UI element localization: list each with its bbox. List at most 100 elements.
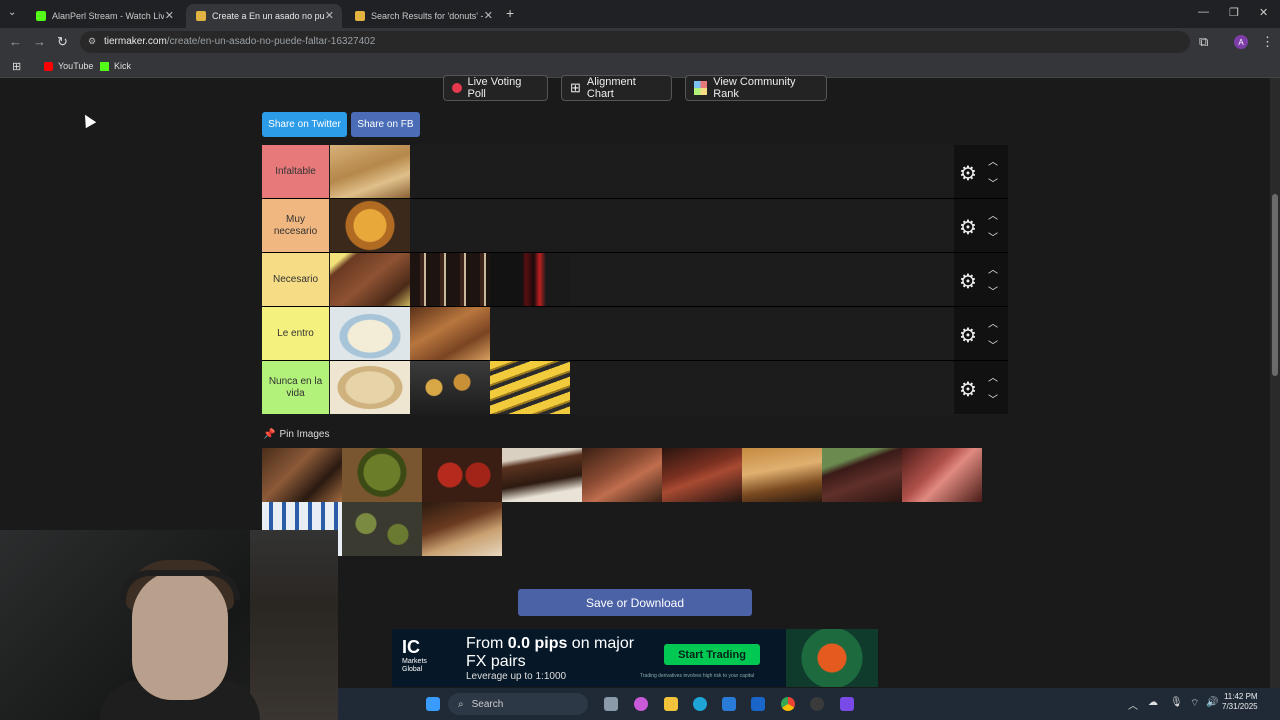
grilled-pork-image[interactable] — [410, 307, 490, 360]
wifi-icon[interactable]: ⌔ — [1190, 697, 1199, 710]
bookmark-kick[interactable]: Kick — [100, 61, 131, 71]
live-voting-poll-button[interactable]: Live Voting Poll — [443, 75, 548, 101]
scrollbar-track[interactable] — [1270, 78, 1280, 688]
tab-tiermaker-create[interactable]: Create a En un asado no puede ✕ — [186, 4, 342, 28]
outlook-icon[interactable] — [751, 697, 765, 711]
ad-brand-sub1: Markets — [402, 658, 427, 665]
chevron-down-icon[interactable]: ﹀ — [988, 391, 998, 406]
tab-search-icon[interactable]: ⌄ — [8, 7, 16, 18]
kick-favicon-icon — [36, 11, 46, 21]
ribs-board-image[interactable] — [502, 448, 582, 502]
close-tab-icon[interactable]: ✕ — [325, 9, 334, 22]
brisket-image[interactable] — [662, 448, 742, 502]
taskbar-search[interactable]: ⌕ Search — [448, 693, 588, 715]
gear-icon[interactable]: ⚙ — [959, 323, 977, 348]
bread-image[interactable] — [330, 145, 410, 198]
tab-search-results[interactable]: Search Results for 'donuts' - Ti ✕ — [345, 4, 501, 28]
close-window-icon[interactable]: ✕ — [1259, 6, 1268, 19]
chorizo-image[interactable] — [422, 448, 502, 502]
tab-stream[interactable]: AlanPerl Stream - Watch Live o ✕ — [26, 4, 182, 28]
coke-wine-image[interactable] — [490, 253, 570, 306]
gear-icon[interactable]: ⚙ — [959, 269, 977, 294]
steak-slices-image[interactable] — [902, 448, 982, 502]
tier-list: Infaltable ⚙ ︿ ﹀ Muy necesario ⚙ ︿ ﹀ Nec… — [262, 145, 1008, 415]
gear-icon[interactable]: ⚙ — [959, 161, 977, 186]
back-icon[interactable]: ← — [9, 34, 22, 49]
chevron-up-icon[interactable]: ︿ — [988, 315, 998, 330]
menu-icon[interactable]: ⋮ — [1261, 34, 1274, 50]
tier-row: Muy necesario ⚙ ︿ ﹀ — [262, 199, 1008, 253]
wine-bottles-image[interactable] — [410, 253, 490, 306]
scrollbar-thumb[interactable] — [1272, 194, 1278, 376]
new-tab-icon[interactable]: + — [506, 5, 514, 21]
sliced-beef-image[interactable] — [582, 448, 662, 502]
chevron-up-icon[interactable]: ︿ — [988, 153, 998, 168]
chevron-up-icon[interactable]: ︿ — [988, 369, 998, 384]
onedrive-icon[interactable]: ☁ — [1148, 697, 1158, 708]
bookmark-youtube[interactable]: YouTube — [44, 61, 93, 71]
matambre-image[interactable] — [422, 502, 502, 556]
potato-salad-image[interactable] — [330, 307, 410, 360]
volume-icon[interactable]: 🔊 — [1206, 697, 1218, 708]
tier-label[interactable]: Nunca en la vida — [262, 361, 329, 414]
extensions-icon[interactable]: ⧉ — [1199, 34, 1208, 50]
short-ribs-image[interactable] — [822, 448, 902, 502]
tier-controls: ⚙ ︿ ﹀ — [954, 253, 1008, 306]
chevron-up-icon[interactable]: ︿ — [988, 261, 998, 276]
file-explorer-icon[interactable] — [664, 697, 678, 711]
microphone-icon[interactable]: 🎙 — [1170, 697, 1183, 708]
provoleta-image[interactable] — [330, 199, 410, 252]
address-bar[interactable]: ⚙ tiermaker.com/create/en-un-asado-no-pu… — [80, 31, 1190, 53]
close-tab-icon[interactable]: ✕ — [165, 9, 174, 22]
grilled-corn-image[interactable] — [490, 361, 570, 414]
chevron-down-icon[interactable]: ﹀ — [988, 229, 998, 244]
clapperboard-icon[interactable] — [840, 697, 854, 711]
chevron-down-icon[interactable]: ﹀ — [988, 175, 998, 190]
obs-icon[interactable] — [810, 697, 824, 711]
restore-icon[interactable]: ❐ — [1229, 6, 1239, 19]
gear-icon[interactable]: ⚙ — [959, 215, 977, 240]
pork-belly-image[interactable] — [742, 448, 822, 502]
chimichurri-image[interactable] — [342, 448, 422, 502]
tier-label[interactable]: Infaltable — [262, 145, 329, 198]
tiermaker-favicon-icon — [196, 11, 206, 21]
pin-images-toggle[interactable]: 📌 Pin Images — [263, 429, 329, 440]
tiermaker-favicon-icon — [355, 11, 365, 21]
store-icon[interactable] — [722, 697, 736, 711]
edge-icon[interactable] — [693, 697, 707, 711]
chevron-down-icon[interactable]: ﹀ — [988, 283, 998, 298]
forward-icon[interactable]: → — [33, 34, 46, 49]
tray-chevron-icon[interactable]: ︿ — [1128, 697, 1138, 712]
chrome-icon[interactable] — [781, 697, 795, 711]
chevron-down-icon[interactable]: ﹀ — [988, 337, 998, 352]
minimize-icon[interactable]: — — [1198, 6, 1209, 18]
grilled-chicken-lemon-image[interactable] — [330, 253, 410, 306]
record-dot-icon — [452, 83, 462, 93]
apps-grid-icon[interactable]: ⊞ — [12, 60, 21, 73]
rice-salad-image[interactable] — [330, 361, 410, 414]
view-community-rank-button[interactable]: View Community Rank — [685, 75, 827, 101]
close-tab-icon[interactable]: ✕ — [484, 9, 493, 22]
asado-grill-image[interactable] — [262, 448, 342, 502]
windows-start-icon[interactable] — [426, 697, 440, 711]
grilled-potatoes-image[interactable] — [410, 361, 490, 414]
share-fb-button[interactable]: Share on FB — [351, 112, 420, 137]
tier-label[interactable]: Muy necesario — [262, 199, 329, 252]
alignment-chart-button[interactable]: ⊞ Alignment Chart — [561, 75, 672, 101]
share-twitter-button[interactable]: Share on Twitter — [262, 112, 347, 137]
save-or-download-button[interactable]: Save or Download — [518, 589, 752, 616]
reload-icon[interactable]: ↻ — [57, 34, 68, 50]
tier-label[interactable]: Le entro — [262, 307, 329, 360]
taskbar-clock[interactable]: 11:42 PM 7/31/2025 — [1222, 692, 1258, 713]
task-view-icon[interactable] — [604, 697, 618, 711]
stuffed-peppers-image[interactable] — [342, 502, 422, 556]
advertisement-banner[interactable]: IC Markets Global From 0.0 pips on major… — [392, 629, 878, 687]
copilot-icon[interactable] — [634, 697, 648, 711]
clock-date: 7/31/2025 — [1222, 702, 1258, 712]
tier-label[interactable]: Necesario — [262, 253, 329, 306]
chevron-up-icon[interactable]: ︿ — [988, 207, 998, 222]
site-info-icon[interactable]: ⚙ — [88, 36, 96, 47]
profile-avatar[interactable]: A — [1234, 35, 1248, 49]
gear-icon[interactable]: ⚙ — [959, 377, 977, 402]
start-trading-button[interactable]: Start Trading — [664, 644, 760, 665]
